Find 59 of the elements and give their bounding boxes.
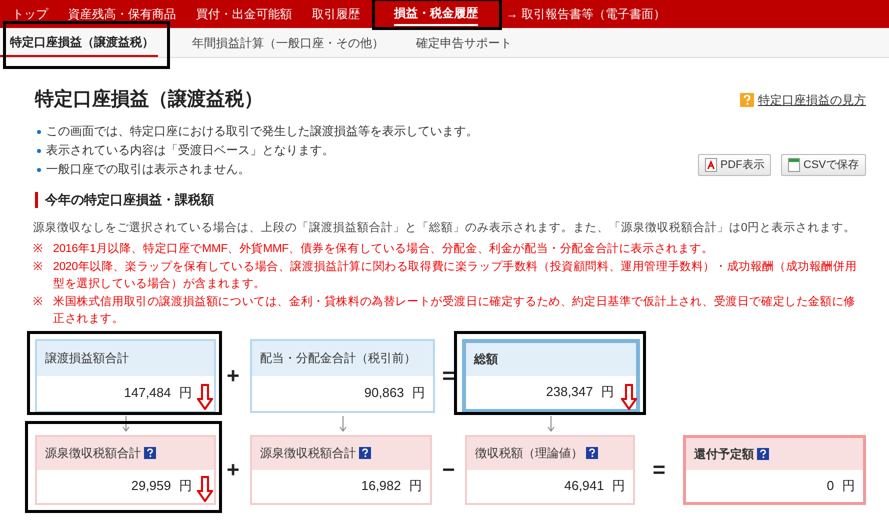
nav-tab[interactable]: 資産残高・保有商品 <box>68 5 176 23</box>
note-text: 源泉徴収なしをご選択されている場合は、上段の「譲渡損益額合計」と「総額」のみ表示されます。また、「源泉徴収税額合計」は0円と表示されます。 <box>33 220 856 236</box>
currency-unit: 円 <box>179 477 192 496</box>
card-label: 譲渡損益額合計 <box>45 350 129 367</box>
amount-value: 29,959 <box>131 477 171 496</box>
card-label: 源泉徴収税額合計 <box>45 445 141 462</box>
sub-tab[interactable]: 特定口座損益（譲渡益税） <box>0 28 158 57</box>
pdf-icon <box>705 158 718 172</box>
currency-unit: 円 <box>409 477 422 496</box>
operator-symbol: + <box>226 456 240 484</box>
nav-tab[interactable]: 損益・税金履歴 <box>394 4 478 26</box>
help-icon[interactable] <box>586 447 598 459</box>
help-icon[interactable] <box>359 447 371 459</box>
spreadsheet-icon <box>788 158 800 172</box>
card-label: 源泉徴収税額合計 <box>260 445 356 462</box>
nav-tab[interactable]: → 取引報告書等（電子書面） <box>506 5 666 23</box>
note-mark: ※ <box>33 294 44 310</box>
bullet-text: 一般口座での取引は表示されません。 <box>46 161 250 178</box>
amount-value: 147,484 <box>124 384 171 402</box>
help-icon <box>740 93 754 107</box>
operator-symbol: + <box>226 362 240 390</box>
help-icon[interactable] <box>757 448 769 460</box>
amount-value: 16,982 <box>361 477 401 496</box>
amount-value: 46,941 <box>564 477 604 496</box>
card-label: 徴収税額（理論値） <box>475 445 583 462</box>
nav-tab[interactable]: トップ <box>12 5 48 23</box>
warning-text: 2016年1月以降、特定口座でMMF、外貨MMF、債券を保有している場合、分配金、利金が配当・分配金合計に表示されます。 <box>53 241 714 257</box>
warning-text: 米国株式信用取引の譲渡損益額については、金利・貸株料の為替レートが受渡日に確定するため、約定日基準で仮計上され、受渡日で確定した金額に修正されます。 <box>53 294 856 327</box>
sub-tab[interactable]: 年間損益計算（一般口座・その他） <box>188 28 388 57</box>
nav-tab[interactable]: 買付・出金可能額 <box>196 5 292 23</box>
currency-unit: 円 <box>412 384 425 402</box>
operator-symbol: = <box>442 362 455 390</box>
bullet-text: この画面では、特定口座における取引で発生した譲渡損益等を表示しています。 <box>46 123 478 140</box>
bullet-icon <box>37 148 41 152</box>
note-mark: ※ <box>33 260 44 274</box>
card-label: 還付予定額 <box>694 446 754 462</box>
warning-text: 2020年以降、楽ラップを保有している場合、譲渡損益計算に関わる取得費に楽ラップ手数料（投資顧問料、運用管理手数料）・成功報酬（成功報酬併用型を選択している場合）が含まれます。 <box>53 259 858 292</box>
page-title: 特定口座損益（譲渡益税） <box>35 88 263 112</box>
export-button[interactable]: PDF表示 <box>698 154 772 176</box>
amount-value: 0 <box>826 476 834 495</box>
operator-symbol: = <box>652 456 666 484</box>
currency-unit: 円 <box>179 384 192 402</box>
amount-value: 238,347 <box>546 383 593 402</box>
export-button[interactable]: CSVで保存 <box>781 154 866 176</box>
operator-symbol: − <box>442 456 455 484</box>
help-icon[interactable] <box>144 447 156 459</box>
currency-unit: 円 <box>601 383 614 402</box>
nav-tab[interactable]: 取引履歴 <box>312 5 360 23</box>
sub-tab[interactable]: 確定申告サポート <box>412 28 516 57</box>
card-label: 総額 <box>474 351 498 368</box>
currency-unit: 円 <box>612 477 625 496</box>
bullet-text: 表示されている内容は「受渡日ベース」となります。 <box>46 142 334 159</box>
bullet-icon <box>37 168 41 172</box>
amount-value: 90,863 <box>364 384 404 402</box>
card-label: 配当・分配金合計（税引前） <box>260 350 416 367</box>
currency-unit: 円 <box>842 476 855 495</box>
bullet-icon <box>37 130 41 134</box>
note-mark: ※ <box>33 242 44 257</box>
section-heading: 今年の特定口座損益・課税額 <box>35 192 866 208</box>
